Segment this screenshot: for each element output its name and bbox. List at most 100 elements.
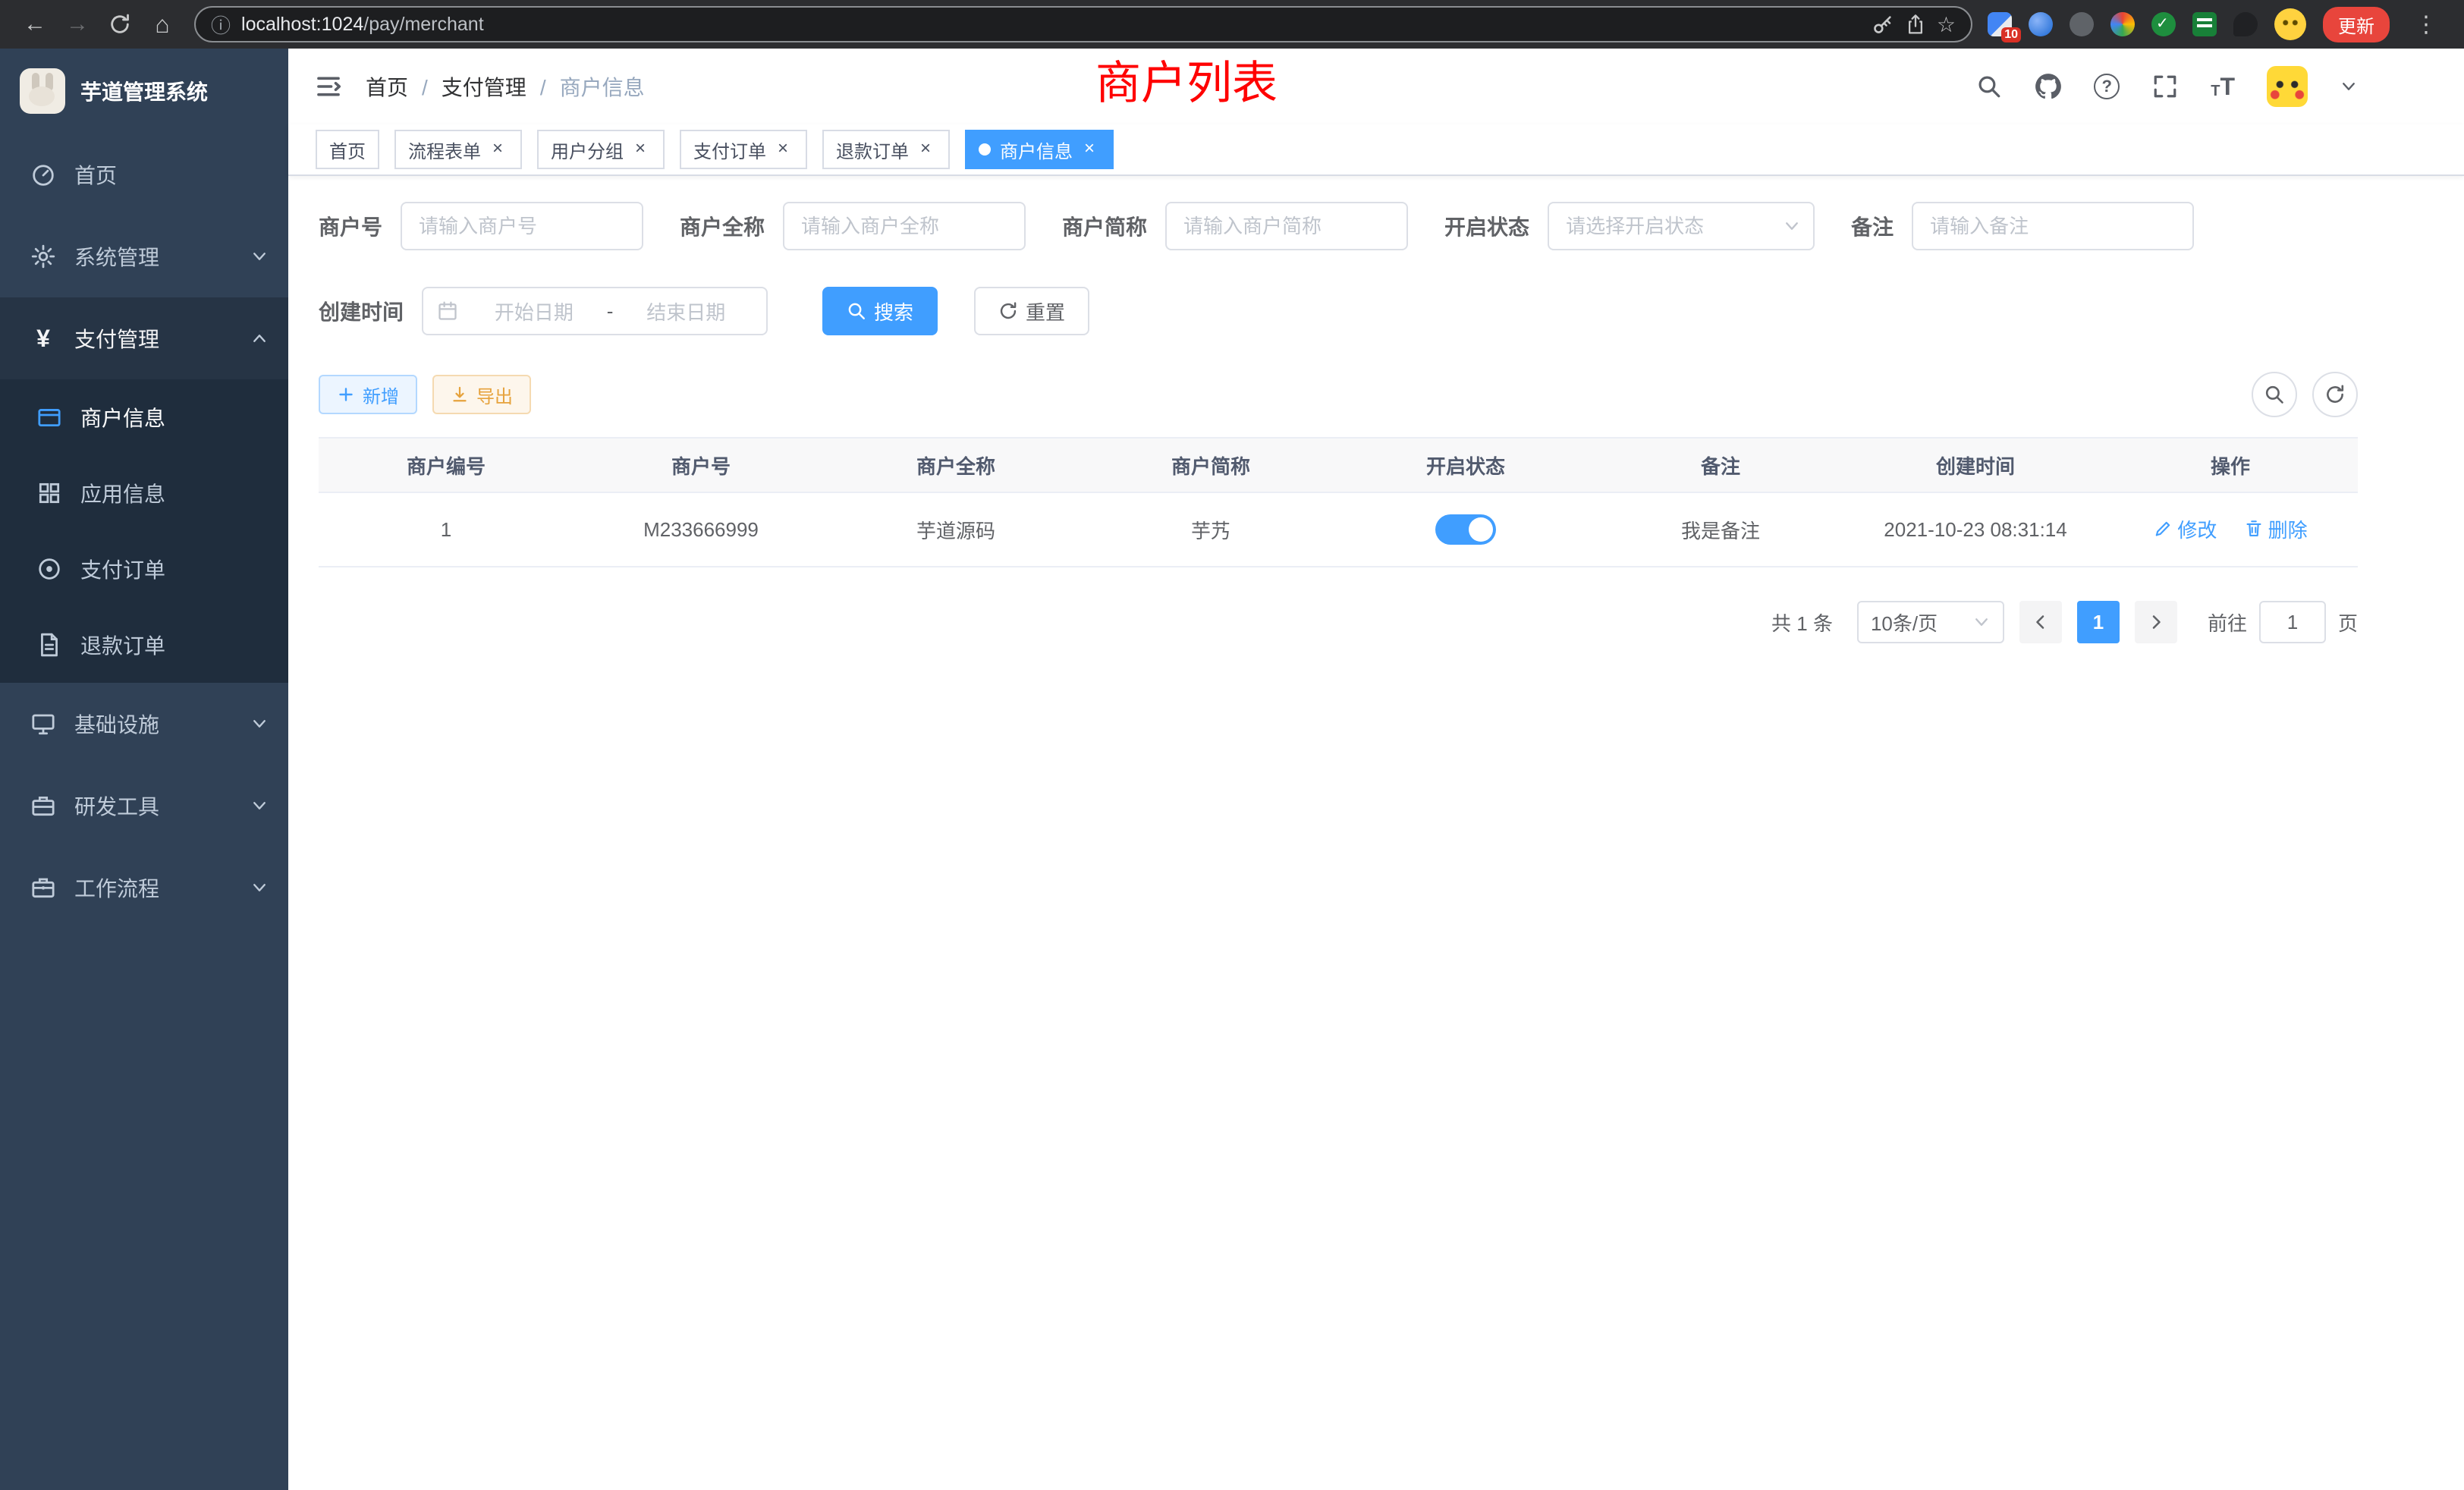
col-header-remark: 备注	[1593, 438, 1848, 492]
tab-user-group[interactable]: 用户分组	[537, 130, 665, 169]
user-avatar[interactable]	[2267, 66, 2308, 107]
remark-input[interactable]	[1912, 202, 2194, 250]
sidebar-item-payment-orders[interactable]: 支付订单	[0, 531, 288, 607]
extension-icon[interactable]	[2070, 12, 2094, 36]
site-info-icon[interactable]	[211, 11, 231, 39]
chevron-down-icon[interactable]	[2340, 77, 2358, 96]
merchant-table: 商户编号 商户号 商户全称 商户简称 开启状态 备注 创建时间 操作 1	[319, 437, 2358, 567]
close-icon[interactable]	[487, 139, 508, 160]
status-select[interactable]	[1548, 202, 1815, 250]
field-label: 创建时间	[319, 296, 404, 326]
fullscreen-icon[interactable]	[2151, 73, 2179, 100]
extension-icon[interactable]	[2110, 12, 2135, 36]
refresh-table-button[interactable]	[2312, 372, 2358, 417]
search-icon[interactable]	[1975, 73, 2003, 100]
goto-page-input[interactable]	[2259, 601, 2326, 643]
close-icon[interactable]	[630, 139, 651, 160]
pin-extension-icon[interactable]	[2233, 12, 2258, 36]
prev-page-button[interactable]	[2019, 601, 2062, 643]
sidebar-item-workflow[interactable]: 工作流程	[0, 847, 288, 929]
bookmark-star-icon[interactable]	[1937, 12, 1956, 37]
browser-update-button[interactable]: 更新	[2323, 7, 2390, 42]
font-size-icon[interactable]	[2211, 74, 2235, 99]
close-icon[interactable]	[1079, 139, 1100, 160]
share-icon[interactable]	[1905, 14, 1926, 35]
tab-label: 用户分组	[551, 137, 624, 163]
sidebar-item-payment[interactable]: 支付管理	[0, 297, 288, 379]
breadcrumb-home[interactable]: 首页	[366, 71, 408, 102]
chevron-left-icon	[2032, 613, 2050, 631]
filter-create-time: 创建时间 开始日期 - 结束日期	[319, 287, 768, 335]
hamburger-icon[interactable]	[288, 72, 366, 101]
browser-home-icon[interactable]	[143, 5, 182, 44]
toolbox-icon	[30, 793, 56, 819]
gear-icon	[30, 244, 56, 269]
sidebar-item-label: 退款订单	[80, 630, 165, 660]
sidebar-item-home[interactable]: 首页	[0, 134, 288, 215]
sidebar-item-merchant-info[interactable]: 商户信息	[0, 379, 288, 455]
url-text: localhost:1024/pay/merchant	[241, 14, 484, 36]
tab-home[interactable]: 首页	[316, 130, 379, 169]
page-number-button[interactable]: 1	[2077, 601, 2120, 643]
sidebar-item-dev-tools[interactable]: 研发工具	[0, 765, 288, 847]
app-logo[interactable]: 芋道管理系统	[0, 49, 288, 134]
tab-process-form[interactable]: 流程表单	[394, 130, 522, 169]
reset-button[interactable]: 重置	[974, 287, 1089, 335]
filter-row-2: 创建时间 开始日期 - 结束日期 搜索 重置	[319, 287, 2358, 335]
extension-icon[interactable]	[2192, 12, 2217, 36]
sidebar-item-system[interactable]: 系统管理	[0, 215, 288, 297]
password-key-icon[interactable]	[1872, 13, 1894, 36]
extension-icon[interactable]: 10	[1988, 12, 2012, 36]
tab-refund-orders[interactable]: 退款订单	[822, 130, 950, 169]
reset-button-label: 重置	[1026, 297, 1065, 325]
status-select-input[interactable]	[1548, 202, 1815, 250]
browser-profile-avatar[interactable]	[2274, 8, 2306, 40]
field-label: 开启状态	[1444, 211, 1529, 241]
search-button[interactable]: 搜索	[822, 287, 938, 335]
status-toggle[interactable]	[1435, 514, 1496, 545]
extension-icon[interactable]	[2029, 12, 2053, 36]
active-tab-dot	[979, 143, 991, 156]
col-header-actions: 操作	[2103, 438, 2358, 492]
browser-reload-icon[interactable]	[100, 5, 140, 44]
sidebar-item-app-info[interactable]: 应用信息	[0, 455, 288, 531]
chevron-right-icon	[2147, 613, 2165, 631]
merchant-no-input[interactable]	[401, 202, 643, 250]
next-page-button[interactable]	[2135, 601, 2177, 643]
delete-link[interactable]: 删除	[2244, 515, 2308, 543]
breadcrumb: 首页 支付管理 商户信息	[366, 71, 645, 102]
sidebar: 芋道管理系统 首页 系统管理 支付管理 商户信息	[0, 49, 288, 1490]
address-bar[interactable]: localhost:1024/pay/merchant	[194, 6, 1972, 42]
sidebar-item-label: 支付订单	[80, 554, 165, 584]
browser-menu-kebab-icon[interactable]	[2406, 5, 2446, 44]
export-button[interactable]: 导出	[432, 375, 531, 414]
tab-merchant-info[interactable]: 商户信息	[965, 130, 1114, 169]
page-size-value: 10条/页	[1871, 608, 1938, 637]
extension-icon[interactable]	[2151, 12, 2176, 36]
sidebar-item-label: 商户信息	[80, 402, 165, 432]
tab-label: 首页	[329, 137, 366, 163]
navbar-actions	[1975, 66, 2358, 107]
filter-status: 开启状态	[1444, 202, 1815, 250]
browser-back-icon[interactable]	[15, 5, 55, 44]
sidebar-item-infrastructure[interactable]: 基础设施	[0, 683, 288, 765]
tab-label: 退款订单	[836, 137, 909, 163]
full-name-input[interactable]	[783, 202, 1026, 250]
breadcrumb-payment[interactable]: 支付管理	[408, 71, 526, 102]
help-icon[interactable]	[2094, 74, 2120, 99]
close-icon[interactable]	[772, 139, 794, 160]
short-name-input[interactable]	[1165, 202, 1408, 250]
tab-payment-orders[interactable]: 支付订单	[680, 130, 807, 169]
date-range-picker[interactable]: 开始日期 - 结束日期	[422, 287, 768, 335]
browser-forward-icon[interactable]	[58, 5, 97, 44]
toggle-search-button[interactable]	[2252, 372, 2297, 417]
sidebar-item-refund-orders[interactable]: 退款订单	[0, 607, 288, 683]
main-area: 商户列表 首页 支付管理 商户信息	[288, 49, 2464, 1490]
close-icon[interactable]	[915, 139, 936, 160]
github-icon[interactable]	[2035, 73, 2062, 100]
add-button[interactable]: 新增	[319, 375, 417, 414]
page-size-select[interactable]: 10条/页	[1857, 601, 2004, 643]
cell-create-time: 2021-10-23 08:31:14	[1848, 492, 2103, 567]
tabs-bar: 首页 流程表单 用户分组 支付订单 退款订单	[288, 124, 2464, 176]
edit-link[interactable]: 修改	[2153, 515, 2217, 543]
